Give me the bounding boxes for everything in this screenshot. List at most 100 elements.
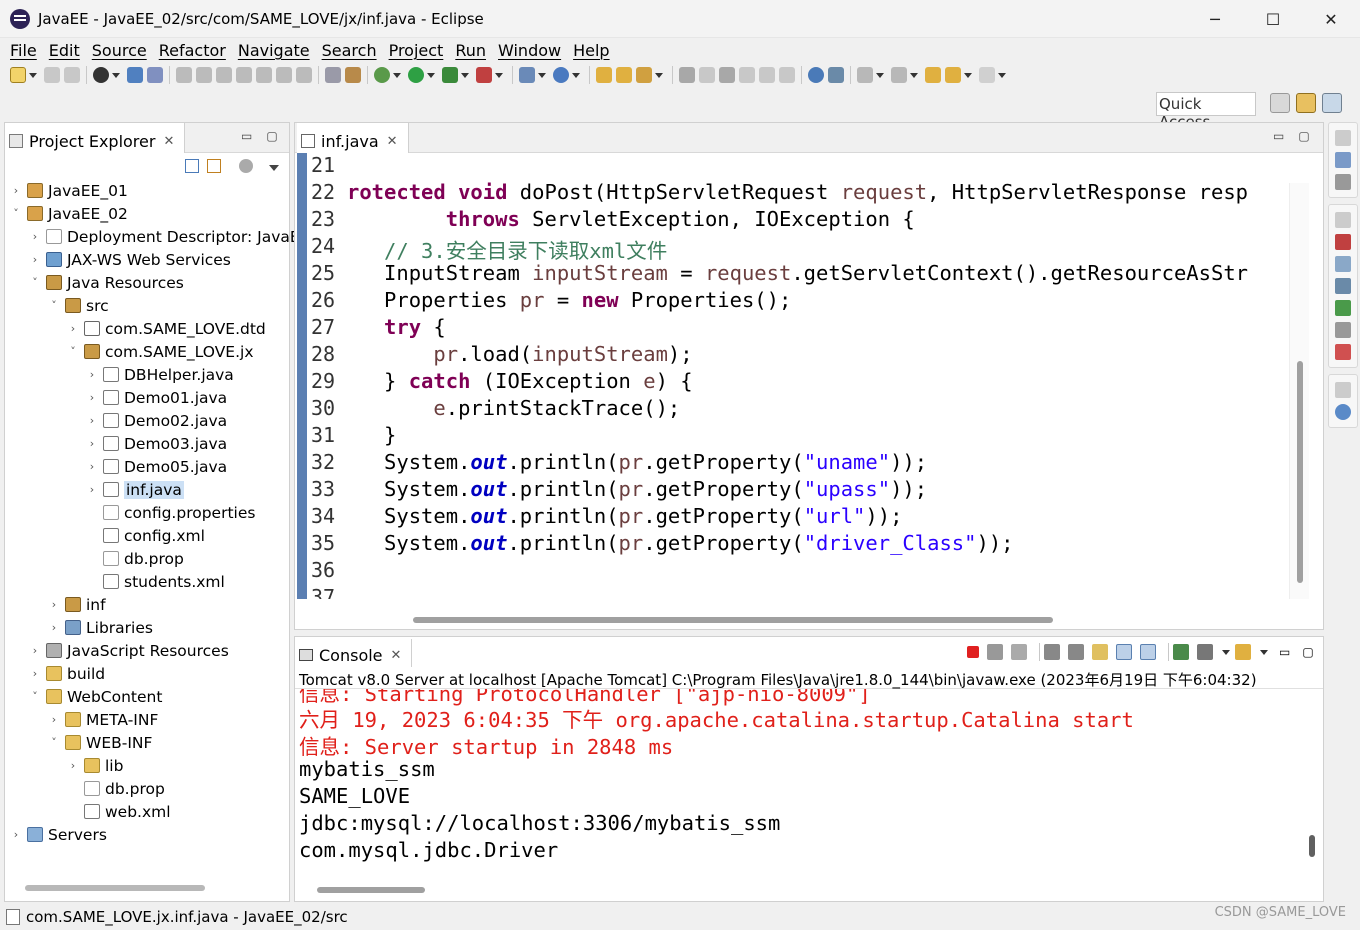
markers-icon[interactable] (1335, 234, 1351, 250)
scroll-lock-icon[interactable] (1068, 644, 1084, 660)
tree-item-webinf-db-prop[interactable]: db.prop (66, 777, 165, 800)
open-task-icon[interactable] (616, 67, 632, 83)
restore-icon[interactable] (1335, 382, 1351, 398)
disconnect-icon[interactable] (236, 67, 252, 83)
word-wrap-icon[interactable] (1092, 644, 1108, 660)
tree-item-java-resources[interactable]: ˅ Java Resources (28, 271, 184, 294)
tree-item-javascript-resources[interactable]: › JavaScript Resources (28, 639, 229, 662)
chevron-right-icon[interactable]: › (85, 460, 99, 473)
chevron-right-icon[interactable]: › (85, 483, 99, 496)
tree-item-config-properties[interactable]: config.properties (85, 501, 255, 524)
chevron-right-icon[interactable]: › (28, 230, 42, 243)
chevron-right-icon[interactable]: › (47, 621, 61, 634)
step-return-icon[interactable] (296, 67, 312, 83)
external-tools-dropdown-icon[interactable] (495, 72, 503, 78)
debug-dropdown-icon[interactable] (393, 72, 401, 78)
display-selected-console-icon[interactable] (1197, 644, 1213, 660)
view-menu-chevron-down-icon[interactable] (269, 165, 279, 171)
terminate-icon[interactable] (967, 646, 979, 658)
minimize-view-icon[interactable]: ▭ (241, 129, 252, 143)
menu-project[interactable]: Project (383, 41, 450, 60)
menu-search[interactable]: Search (316, 41, 383, 60)
tree-item-inf[interactable]: › inf (47, 593, 106, 616)
snippets-icon[interactable] (1335, 322, 1351, 338)
quick-access-input[interactable]: Quick Access (1156, 92, 1256, 131)
chevron-right-icon[interactable]: › (28, 253, 42, 266)
menu-file[interactable]: File (4, 41, 43, 60)
tree-item-web-xml[interactable]: web.xml (66, 800, 171, 823)
tree-item-deployment-descriptor[interactable]: › Deployment Descriptor: JavaEE (28, 225, 310, 248)
chevron-right-icon[interactable]: › (47, 598, 61, 611)
tree-item-libraries[interactable]: › Libraries (47, 616, 153, 639)
remove-launch-icon[interactable] (987, 644, 1003, 660)
tab-console[interactable]: Console ✕ (295, 639, 413, 667)
maximize-view-icon[interactable]: ▢ (266, 129, 277, 143)
tree-item-inf-java[interactable]: › inf.java (85, 478, 184, 501)
search-dropdown-icon[interactable] (655, 72, 663, 78)
step-into-icon[interactable] (256, 67, 272, 83)
terminal-icon[interactable] (127, 67, 143, 83)
search-icon[interactable] (636, 67, 652, 83)
previous-annotation-dropdown-icon[interactable] (910, 72, 918, 78)
forward-dropdown-icon[interactable] (998, 72, 1006, 78)
pin-editor-icon[interactable] (828, 67, 844, 83)
open-type-icon[interactable] (596, 67, 612, 83)
chevron-down-icon[interactable]: ˅ (9, 207, 23, 220)
horizontal-scrollbar[interactable] (317, 887, 425, 893)
horizontal-scrollbar[interactable] (25, 885, 205, 891)
chevron-right-icon[interactable]: › (47, 713, 61, 726)
show-whitespace-icon[interactable] (739, 67, 755, 83)
link-with-editor-icon[interactable] (207, 159, 221, 173)
maximize-button[interactable]: ☐ (1244, 0, 1302, 38)
use-step-filters-icon[interactable] (345, 67, 361, 83)
tree-item-webcontent[interactable]: ˅ WebContent (28, 685, 162, 708)
toggle-mark-occurrences-icon[interactable] (679, 67, 695, 83)
chevron-right-icon[interactable]: › (85, 437, 99, 450)
chevron-right-icon[interactable]: › (28, 644, 42, 657)
tree-item-db-prop[interactable]: db.prop (85, 547, 184, 570)
task-list-icon[interactable] (1335, 174, 1351, 190)
close-icon[interactable]: ✕ (391, 648, 402, 663)
vertical-scrollbar[interactable] (1297, 361, 1303, 583)
last-edit-location-icon[interactable] (925, 67, 941, 83)
code-editor[interactable]: 21 22 23 24 25 26 27 28 29 30 31 32 33 3… (295, 153, 1323, 599)
tree-item-meta-inf[interactable]: › META-INF (47, 708, 159, 731)
collapse-all-icon[interactable] (185, 159, 199, 173)
minimize-view-icon[interactable]: ▭ (1279, 645, 1290, 659)
close-button[interactable]: ✕ (1302, 0, 1360, 38)
menu-edit[interactable]: Edit (43, 41, 86, 60)
toggle-word-wrap-icon[interactable] (699, 67, 715, 83)
tree-item-servers[interactable]: › Servers (9, 823, 107, 846)
menu-window[interactable]: Window (492, 41, 567, 60)
show-source-icon[interactable] (779, 67, 795, 83)
back-dropdown-icon[interactable] (964, 72, 972, 78)
drop-to-frame-icon[interactable] (325, 67, 341, 83)
chevron-right-icon[interactable]: › (9, 184, 23, 197)
outline-icon[interactable] (1335, 152, 1351, 168)
open-console-dropdown-icon[interactable] (1260, 649, 1268, 655)
tab-inf-java[interactable]: inf.java ✕ (297, 123, 409, 153)
tree-item-dbhelper[interactable]: › DBHelper.java (85, 363, 234, 386)
tree-item-demo02[interactable]: › Demo02.java (85, 409, 227, 432)
menu-source[interactable]: Source (86, 41, 153, 60)
tree-item-javaee-01[interactable]: › JavaEE_01 (9, 179, 128, 202)
minimize-view-icon[interactable]: ▭ (1273, 129, 1284, 143)
show-console-on-stderr-icon[interactable] (1140, 644, 1156, 660)
new-server-dropdown-icon[interactable] (538, 72, 546, 78)
next-annotation-icon[interactable] (857, 67, 873, 83)
display-console-dropdown-icon[interactable] (1222, 649, 1230, 655)
tree-item-demo05[interactable]: › Demo05.java (85, 455, 227, 478)
console-output[interactable]: 信息: Starting ProtocolHandler ["ajp-nio-8… (295, 689, 1323, 879)
java-perspective-icon[interactable] (1322, 93, 1342, 113)
toggle-block-selection-icon[interactable] (719, 67, 735, 83)
previous-annotation-icon[interactable] (891, 67, 907, 83)
tree-item-config-xml[interactable]: config.xml (85, 524, 205, 547)
tree-item-demo01[interactable]: › Demo01.java (85, 386, 227, 409)
step-over-icon[interactable] (276, 67, 292, 83)
debug-icon[interactable] (374, 67, 390, 83)
save-all-icon[interactable] (64, 67, 80, 83)
next-annotation-dropdown-icon[interactable] (876, 72, 884, 78)
chevron-right-icon[interactable]: › (66, 759, 80, 772)
menu-help[interactable]: Help (567, 41, 615, 60)
web-browser-icon[interactable] (808, 67, 824, 83)
